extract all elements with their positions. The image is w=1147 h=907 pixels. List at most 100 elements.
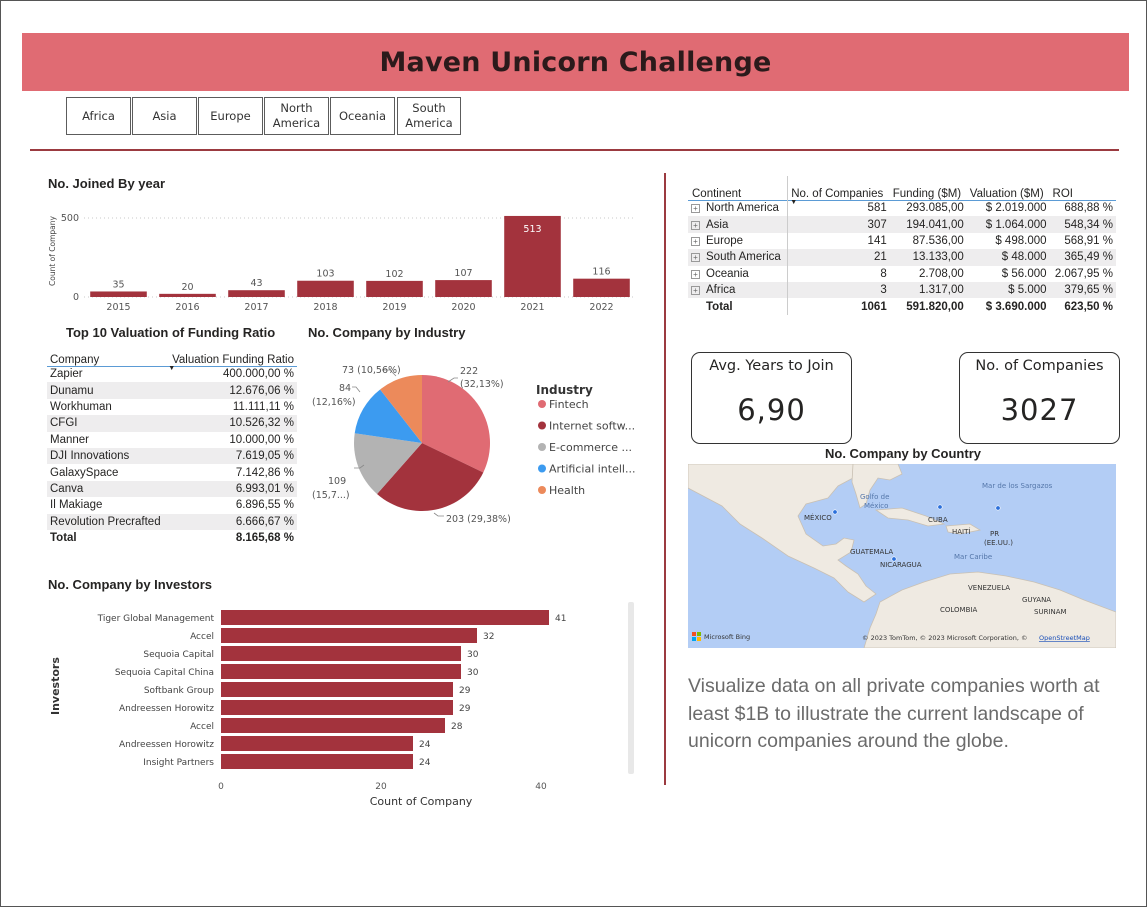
table-row[interactable]: Dunamu 12.676,06 %	[47, 382, 297, 399]
col-companies[interactable]: No. of Companies ▼	[787, 176, 890, 206]
table-row[interactable]: Revolution Precrafted 6.666,67 %	[47, 513, 297, 530]
investor-value: 24	[419, 740, 431, 750]
slicer-oceania[interactable]: Oceania	[330, 97, 395, 135]
investor-value: 32	[483, 632, 494, 642]
table-row[interactable]: GalaxySpace 7.142,86 %	[47, 464, 297, 480]
sort-desc-icon: ▼	[790, 198, 798, 206]
ratio-cell: 7.619,05 %	[166, 447, 297, 465]
table-row[interactable]: + North America 581 293.085,00 $ 2.019.000 68…	[688, 200, 1116, 217]
bar-2016[interactable]	[159, 293, 216, 297]
x-tick: 40	[535, 782, 547, 792]
continent-table[interactable]: Continent No. of Companies ▼ Funding ($M…	[688, 176, 1118, 315]
map-point[interactable]	[995, 505, 1001, 511]
investors-scrollbar[interactable]	[628, 602, 634, 774]
slicer-south-america[interactable]: South America	[397, 97, 461, 135]
slicer-africa[interactable]: Africa	[66, 97, 131, 135]
companies-cell: 307	[787, 216, 890, 233]
funding-cell: 2.708,00	[918, 267, 964, 280]
top10-table[interactable]: Company Valuation Funding Ratio ▼ Zapier…	[47, 344, 297, 546]
slicer-north-america[interactable]: North America	[264, 97, 329, 135]
map-label-eeuu: (EE.UU.)	[984, 539, 1013, 547]
table-row[interactable]: DJI Innovations 7.619,05 %	[47, 447, 297, 465]
map-label-golfo: Golfo de	[860, 493, 889, 501]
investor-bar[interactable]	[221, 628, 477, 643]
roi-cell: 548,34 %	[1049, 216, 1116, 233]
valuation-cell: $ 56.000	[1001, 267, 1047, 280]
col-funding[interactable]: Funding ($M)	[890, 176, 967, 200]
slicer-europe[interactable]: Europe	[198, 97, 263, 135]
country-map[interactable]: MÉXICO Golfo de México Mar de los Sargaz…	[688, 464, 1116, 648]
osm-link[interactable]: OpenStreetMap	[1039, 634, 1090, 642]
table-row[interactable]: + Europe 141 87.536,00 $ 498.000 568,91 %	[688, 232, 1116, 250]
table-row[interactable]: Manner 10.000,00 %	[47, 432, 297, 448]
table-row[interactable]: + Asia 307 194.041,00 $ 1.064.000 548,34 %	[688, 216, 1116, 233]
table-row[interactable]: + South America 21 13.133,00 $ 48.000 365,49 …	[688, 249, 1116, 266]
investor-bar[interactable]	[221, 610, 549, 625]
x-tick-2016: 2016	[175, 302, 199, 313]
roi-cell: 2.067,95 %	[1054, 267, 1113, 280]
expand-icon[interactable]: +	[691, 286, 700, 296]
ratio-cell: 7.142,86 %	[235, 466, 294, 479]
table-row[interactable]: Canva 6.993,01 %	[47, 480, 297, 498]
company-cell: Dunamu	[47, 382, 167, 399]
legend-marker	[538, 400, 546, 408]
legend-item[interactable]: Artificial intell...	[549, 463, 635, 476]
bar-2019[interactable]	[366, 280, 423, 297]
continent-cell: + Africa	[688, 281, 788, 299]
investor-bar[interactable]	[221, 682, 453, 697]
top10-header-company[interactable]: Company	[47, 344, 166, 366]
table-row[interactable]: Il Makiage 6.896,55 %	[47, 497, 297, 513]
investor-bar[interactable]	[221, 736, 413, 751]
table-row[interactable]: + Africa 3 1.317,00 $ 5.000 379,65 %	[688, 281, 1116, 299]
investor-bar[interactable]	[221, 754, 413, 769]
investors-x-axis-label: Count of Company	[370, 795, 473, 808]
joined-by-year-chart: Count of Company 0 500 35 2015 20 2016 43 201…	[48, 213, 636, 313]
expand-icon[interactable]: +	[691, 220, 700, 230]
map-label-venezuela: VENEZUELA	[968, 584, 1010, 592]
expand-icon[interactable]: +	[691, 236, 700, 246]
investor-bar[interactable]	[221, 664, 461, 679]
roi-cell: 365,49 %	[1049, 249, 1116, 266]
pie-label-health: 73 (10,56%)	[342, 365, 401, 376]
expand-icon[interactable]: +	[691, 253, 700, 263]
legend-item[interactable]: Internet softw...	[549, 420, 635, 433]
bar-2018[interactable]	[297, 280, 354, 297]
pie-label-fintech: 222	[460, 366, 478, 377]
top10-header-ratio[interactable]: Valuation Funding Ratio ▼	[166, 344, 297, 372]
x-tick-2018: 2018	[313, 302, 337, 313]
map-label-cuba: CUBA	[928, 516, 948, 524]
col-roi[interactable]: ROI	[1050, 176, 1116, 200]
investor-bar[interactable]	[221, 718, 445, 733]
slicer-asia[interactable]: Asia	[132, 97, 197, 135]
legend-marker	[538, 443, 546, 451]
valuation-cell: $ 498.000	[995, 234, 1047, 247]
col-valuation[interactable]: Valuation ($M)	[967, 176, 1050, 200]
table-row[interactable]: CFGI 10.526,32 %	[47, 415, 297, 432]
ratio-cell: 10.000,00 %	[229, 433, 294, 446]
bar-2022[interactable]	[573, 278, 630, 297]
investor-bar[interactable]	[221, 646, 461, 661]
map-canvas[interactable]: MÉXICO Golfo de México Mar de los Sargaz…	[688, 464, 1116, 648]
legend-item[interactable]: Health	[549, 484, 585, 497]
expand-icon[interactable]: +	[691, 204, 700, 214]
avg-years-card: Avg. Years to Join 6,90	[691, 352, 852, 444]
legend-item[interactable]: E-commerce ...	[549, 441, 632, 454]
col-continent[interactable]: Continent	[688, 176, 788, 200]
map-point[interactable]	[937, 504, 943, 510]
company-cell: CFGI	[47, 415, 167, 432]
investor-value: 29	[459, 686, 471, 696]
map-point[interactable]	[832, 509, 838, 515]
bar-2015[interactable]	[90, 291, 147, 297]
legend-item[interactable]: Fintech	[549, 398, 589, 411]
bar-2020[interactable]	[435, 280, 492, 297]
continent-cell: + South America	[688, 249, 788, 266]
bar-2017[interactable]	[228, 290, 285, 297]
top10-title: Top 10 Valuation of Funding Ratio	[66, 325, 276, 340]
ratio-cell: 400.000,00 %	[223, 368, 294, 381]
table-row[interactable]: + Oceania 8 2.708,00 $ 56.000 2.067,95 %	[688, 265, 1116, 282]
table-row[interactable]: Workhuman 11.111,11 %	[47, 399, 297, 415]
valuation-cell: $ 2.019.000	[985, 202, 1047, 215]
investor-bar[interactable]	[221, 700, 453, 715]
expand-icon[interactable]: +	[691, 269, 700, 279]
sort-desc-icon: ▼	[168, 364, 176, 372]
